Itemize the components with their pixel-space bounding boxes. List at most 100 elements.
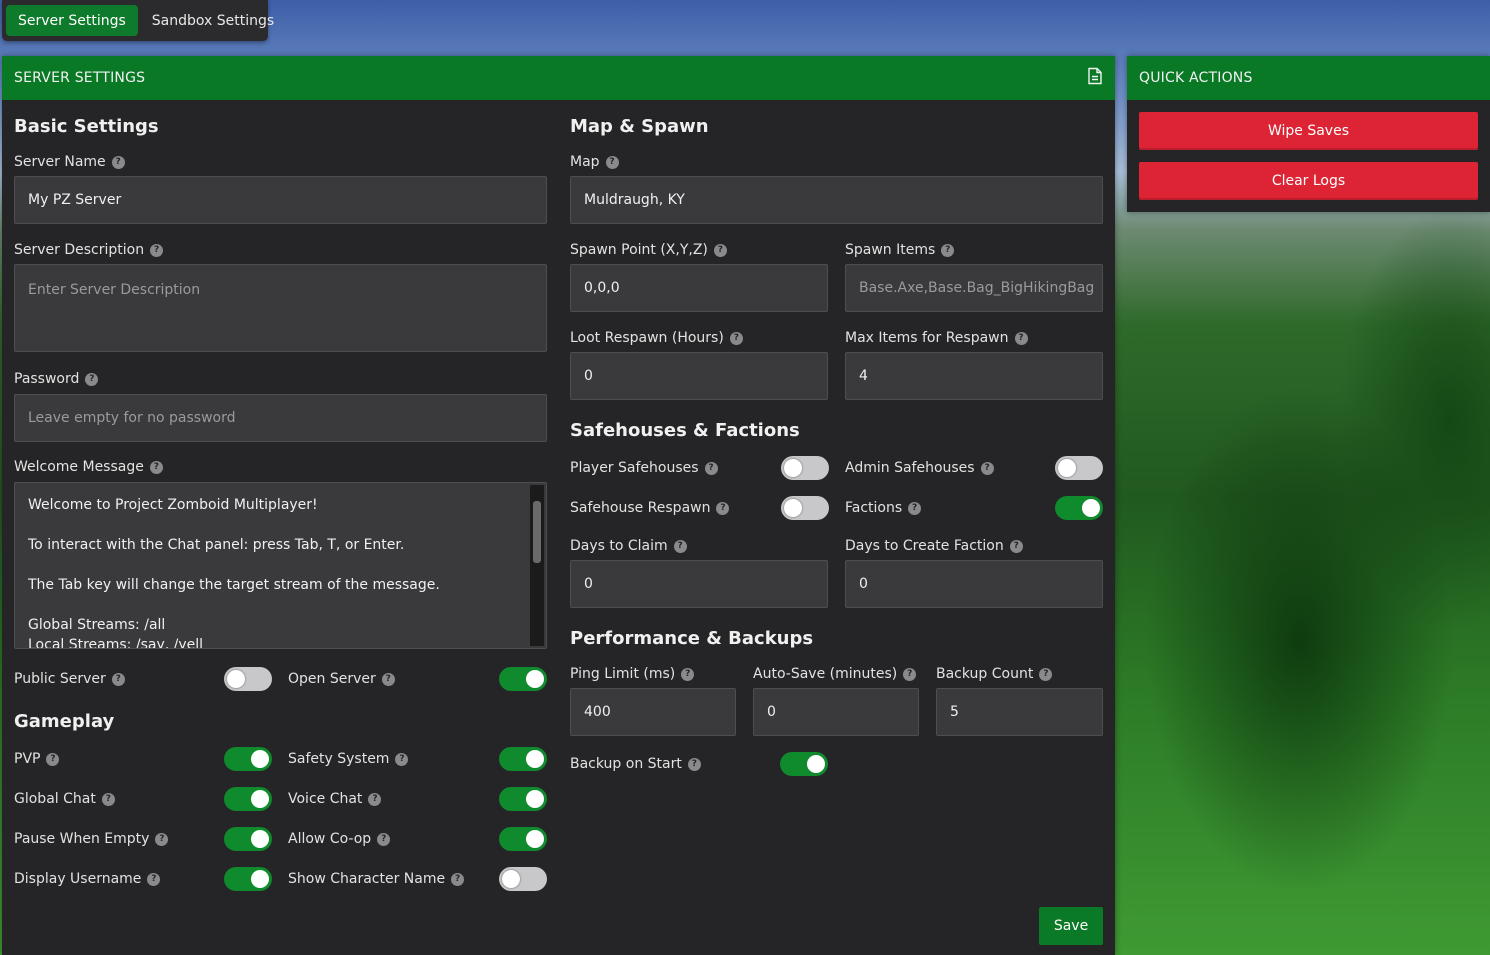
help-icon[interactable]: ? bbox=[1039, 667, 1053, 681]
map-input[interactable]: Muldraugh, KY bbox=[570, 176, 1103, 224]
help-icon[interactable]: ? bbox=[673, 539, 687, 553]
public-server-toggle[interactable] bbox=[224, 667, 272, 691]
help-icon[interactable]: ? bbox=[377, 832, 391, 846]
server-description-input[interactable]: Enter Server Description bbox=[14, 264, 547, 352]
ping-limit-input[interactable]: 400 bbox=[570, 688, 736, 736]
help-icon[interactable]: ? bbox=[150, 243, 164, 257]
help-icon[interactable]: ? bbox=[85, 372, 99, 386]
help-icon[interactable]: ? bbox=[451, 872, 465, 886]
save-button[interactable]: Save bbox=[1039, 907, 1103, 945]
ping-limit-label: Ping Limit (ms)? bbox=[570, 666, 695, 682]
quick-actions-panel: QUICK ACTIONS Wipe Saves Clear Logs bbox=[1127, 56, 1490, 212]
help-icon[interactable]: ? bbox=[101, 792, 115, 806]
admin-safehouses-label: Admin Safehouses? bbox=[845, 460, 994, 476]
help-icon[interactable]: ? bbox=[980, 461, 994, 475]
welcome-message-input[interactable]: Welcome to Project Zomboid Multiplayer! … bbox=[14, 482, 547, 649]
admin-safehouses-toggle[interactable] bbox=[1055, 456, 1103, 480]
loot-respawn-input[interactable]: 0 bbox=[570, 352, 828, 400]
tab-sandbox-settings[interactable]: Sandbox Settings bbox=[140, 5, 286, 36]
welcome-message-label-text: Welcome Message bbox=[14, 459, 144, 475]
ping-limit-label-text: Ping Limit (ms) bbox=[570, 666, 676, 682]
tab-server-settings[interactable]: Server Settings bbox=[6, 5, 138, 36]
pause-when-empty-toggle[interactable] bbox=[224, 827, 272, 851]
pvp-toggle[interactable] bbox=[224, 747, 272, 771]
auto-save-input[interactable]: 0 bbox=[753, 688, 919, 736]
backup-on-start-label-text: Backup on Start bbox=[570, 756, 682, 772]
help-icon[interactable]: ? bbox=[605, 155, 619, 169]
help-icon[interactable]: ? bbox=[147, 872, 161, 886]
map-label: Map? bbox=[570, 154, 619, 170]
show-character-name-toggle[interactable] bbox=[499, 867, 547, 891]
help-icon[interactable]: ? bbox=[716, 501, 730, 515]
help-icon[interactable]: ? bbox=[395, 752, 409, 766]
wipe-saves-button[interactable]: Wipe Saves bbox=[1139, 112, 1478, 150]
auto-save-label: Auto-Save (minutes)? bbox=[753, 666, 917, 682]
loot-respawn-label: Loot Respawn (Hours)? bbox=[570, 330, 743, 346]
safety-system-toggle[interactable] bbox=[499, 747, 547, 771]
display-username-toggle[interactable] bbox=[224, 867, 272, 891]
server-description-label-text: Server Description bbox=[14, 242, 145, 258]
open-server-label: Open Server? bbox=[288, 671, 395, 687]
clear-logs-button[interactable]: Clear Logs bbox=[1139, 162, 1478, 200]
help-icon[interactable]: ? bbox=[1014, 331, 1028, 345]
factions-label-text: Factions bbox=[845, 500, 903, 516]
settings-tab-bar: Server Settings Sandbox Settings bbox=[2, 0, 274, 41]
global-chat-label: Global Chat? bbox=[14, 791, 115, 807]
allow-coop-toggle[interactable] bbox=[499, 827, 547, 851]
help-icon[interactable]: ? bbox=[713, 243, 727, 257]
help-icon[interactable]: ? bbox=[941, 243, 955, 257]
show-character-name-label: Show Character Name? bbox=[288, 871, 465, 887]
factions-toggle[interactable] bbox=[1055, 496, 1103, 520]
show-character-name-label-text: Show Character Name bbox=[288, 871, 446, 887]
days-to-create-faction-input[interactable]: 0 bbox=[845, 560, 1103, 608]
help-icon[interactable]: ? bbox=[1009, 539, 1023, 553]
help-icon[interactable]: ? bbox=[687, 757, 701, 771]
help-icon[interactable]: ? bbox=[681, 667, 695, 681]
pause-when-empty-label-text: Pause When Empty bbox=[14, 831, 150, 847]
display-username-label-text: Display Username bbox=[14, 871, 142, 887]
safehouse-respawn-toggle[interactable] bbox=[781, 496, 829, 520]
backup-count-label-text: Backup Count bbox=[936, 666, 1034, 682]
backup-count-input[interactable]: 5 bbox=[936, 688, 1103, 736]
help-icon[interactable]: ? bbox=[908, 501, 922, 515]
help-icon[interactable]: ? bbox=[368, 792, 382, 806]
player-safehouses-toggle[interactable] bbox=[781, 456, 829, 480]
help-icon[interactable]: ? bbox=[704, 461, 718, 475]
player-safehouses-label: Player Safehouses? bbox=[570, 460, 718, 476]
welcome-line: To interact with the Chat panel: press T… bbox=[28, 537, 405, 553]
days-to-create-faction-label: Days to Create Faction? bbox=[845, 538, 1023, 554]
help-icon[interactable]: ? bbox=[729, 331, 743, 345]
help-icon[interactable]: ? bbox=[381, 672, 395, 686]
global-chat-toggle[interactable] bbox=[224, 787, 272, 811]
password-input[interactable]: Leave empty for no password bbox=[14, 394, 547, 442]
help-icon[interactable]: ? bbox=[903, 667, 917, 681]
safehouse-respawn-label-text: Safehouse Respawn bbox=[570, 500, 711, 516]
display-username-label: Display Username? bbox=[14, 871, 161, 887]
help-icon[interactable]: ? bbox=[46, 752, 60, 766]
voice-chat-toggle[interactable] bbox=[499, 787, 547, 811]
public-server-label: Public Server? bbox=[14, 671, 125, 687]
days-to-claim-input[interactable]: 0 bbox=[570, 560, 828, 608]
help-icon[interactable]: ? bbox=[111, 672, 125, 686]
max-items-input[interactable]: 4 bbox=[845, 352, 1103, 400]
spawn-items-label-text: Spawn Items bbox=[845, 242, 936, 258]
welcome-scrollbar-thumb[interactable] bbox=[533, 501, 541, 563]
server-description-label: Server Description? bbox=[14, 242, 164, 258]
days-to-create-faction-label-text: Days to Create Faction bbox=[845, 538, 1004, 554]
auto-save-label-text: Auto-Save (minutes) bbox=[753, 666, 898, 682]
global-chat-label-text: Global Chat bbox=[14, 791, 96, 807]
server-name-input[interactable]: My PZ Server bbox=[14, 176, 547, 224]
help-icon[interactable]: ? bbox=[149, 460, 163, 474]
password-label: Password? bbox=[14, 371, 99, 387]
help-icon[interactable]: ? bbox=[111, 155, 125, 169]
spawn-point-label: Spawn Point (X,Y,Z)? bbox=[570, 242, 727, 258]
welcome-line: The Tab key will change the target strea… bbox=[28, 577, 440, 593]
welcome-message-label: Welcome Message? bbox=[14, 459, 163, 475]
file-icon[interactable] bbox=[1087, 67, 1103, 89]
help-icon[interactable]: ? bbox=[155, 832, 169, 846]
spawn-point-input[interactable]: 0,0,0 bbox=[570, 264, 828, 312]
welcome-line: Local Streams: /say, /yell bbox=[28, 637, 204, 649]
open-server-toggle[interactable] bbox=[499, 667, 547, 691]
backup-on-start-toggle[interactable] bbox=[780, 752, 828, 776]
spawn-items-input[interactable]: Base.Axe,Base.Bag_BigHikingBag bbox=[845, 264, 1103, 312]
